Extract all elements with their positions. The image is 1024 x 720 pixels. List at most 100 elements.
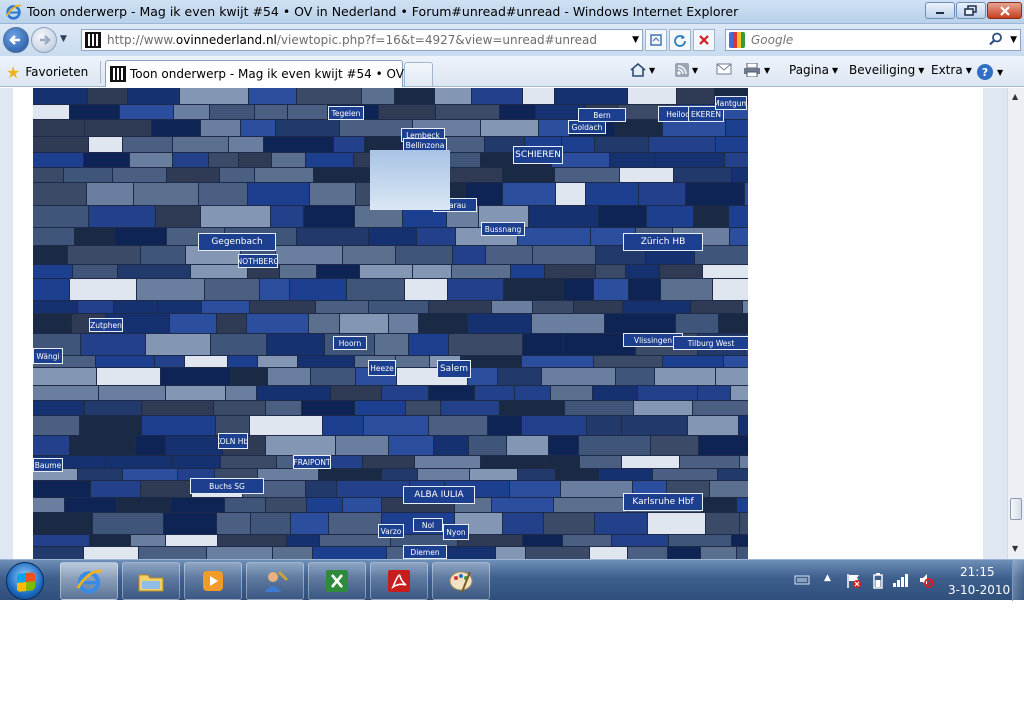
taskbar-acrobat-reader[interactable] <box>370 562 428 600</box>
mosaic-tile <box>396 246 452 264</box>
taskbar-user-app[interactable] <box>246 562 304 600</box>
read-mail-button[interactable] <box>716 63 732 75</box>
station-sign: Hoorn <box>333 336 367 350</box>
mosaic-tile <box>429 416 487 435</box>
mosaic-tile <box>272 153 305 167</box>
station-sign: Karlsruhe Hbf <box>623 493 703 511</box>
station-sign: Zutphen <box>89 318 123 332</box>
mosaic-tile <box>564 279 593 300</box>
internet-explorer-icon <box>5 4 22 20</box>
mosaic-tile <box>628 547 667 559</box>
recent-pages-dropdown[interactable]: ▼ <box>60 34 67 44</box>
mosaic-tile <box>80 416 141 435</box>
mosaic-tile <box>498 368 541 385</box>
show-desktop-button[interactable] <box>1012 560 1024 601</box>
mosaic-tile <box>117 498 170 512</box>
mosaic-tile <box>526 547 589 559</box>
mosaic-tile <box>669 535 731 546</box>
security-menu[interactable]: Beveiliging ▼ <box>849 63 924 77</box>
help-dropdown-icon: ▼ <box>997 67 1004 77</box>
search-input[interactable] <box>751 33 981 47</box>
mosaic-tile <box>201 120 240 136</box>
station-sign: Tegelen <box>328 106 364 120</box>
restore-button[interactable] <box>956 2 986 19</box>
favorites-button[interactable]: ★ Favorieten <box>6 62 88 82</box>
refresh-button[interactable] <box>669 29 691 51</box>
taskbar-media-player[interactable] <box>184 562 242 600</box>
taskbar-windows-explorer[interactable] <box>122 562 180 600</box>
mosaic-tile <box>280 265 316 278</box>
search-provider-dropdown[interactable]: ▼ <box>1010 35 1017 45</box>
new-tab-button[interactable] <box>404 62 433 86</box>
mosaic-tile <box>732 168 748 182</box>
mosaic-tile <box>158 301 201 313</box>
scrollbar-thumb[interactable] <box>1010 498 1022 520</box>
action-center-flag-icon[interactable] <box>845 572 863 590</box>
start-button[interactable] <box>6 562 44 600</box>
page-menu[interactable]: Pagina ▼ <box>789 63 838 77</box>
search-icon[interactable] <box>989 32 1003 46</box>
mosaic-tile <box>166 386 225 400</box>
address-dropdown[interactable]: ▼ <box>632 35 639 45</box>
mosaic-tile <box>663 120 725 136</box>
mosaic-tile <box>605 314 675 333</box>
minimize-button[interactable] <box>925 2 955 19</box>
tab-active[interactable]: Toon onderwerp - Mag ik even kwijt #54 •… <box>105 60 434 87</box>
close-button[interactable] <box>987 2 1022 19</box>
stop-button[interactable] <box>693 29 715 51</box>
mosaic-tile <box>33 386 98 400</box>
clock-time[interactable]: 21:15 <box>960 565 995 579</box>
clock-date[interactable]: 3-10-2010 <box>948 583 1010 597</box>
back-button[interactable] <box>3 27 29 53</box>
mosaic-tile <box>551 386 592 400</box>
vertical-scrollbar[interactable]: ▲ ▼ <box>1007 88 1024 559</box>
mosaic-tile <box>710 481 748 497</box>
address-field[interactable]: http://www.ovinnederland.nl/viewtopic.ph… <box>81 29 643 51</box>
keyboard-icon[interactable] <box>794 574 810 586</box>
taskbar-paint[interactable] <box>432 562 490 600</box>
minimize-icon <box>936 11 944 14</box>
mosaic-tile <box>114 301 157 313</box>
home-button[interactable]: ▼ <box>630 63 655 77</box>
wireless-signal-icon[interactable] <box>892 573 910 587</box>
mosaic-tile <box>319 469 381 480</box>
battery-icon[interactable] <box>872 572 884 590</box>
mosaic-tile <box>241 120 275 136</box>
mosaic-tile <box>507 436 548 455</box>
compatibility-view-button[interactable] <box>645 29 667 51</box>
mosaic-tile <box>218 535 286 546</box>
mosaic-tile <box>647 206 693 227</box>
scroll-down-icon[interactable]: ▼ <box>1012 544 1018 553</box>
print-button[interactable]: ▼ <box>743 63 770 77</box>
mosaic-tile <box>701 547 736 559</box>
taskbar-internet-explorer[interactable] <box>60 562 118 600</box>
mosaic-tile <box>202 301 249 313</box>
mosaic-tile <box>725 153 748 167</box>
content-area: Gegenbach Zürich HB ALBA IULIA Buchs SG KOLN… <box>0 88 1024 559</box>
mosaic-tile <box>500 105 535 119</box>
feeds-button[interactable]: ▼ <box>675 63 698 77</box>
mosaic-tile <box>518 228 590 245</box>
mosaic-tile <box>271 206 303 227</box>
search-box[interactable]: ▼ <box>725 29 1021 51</box>
mosaic-tile <box>500 401 564 415</box>
mosaic-tile <box>556 183 585 205</box>
show-hidden-icons-icon[interactable]: ▲ <box>824 573 831 583</box>
mosaic-tile <box>123 469 177 480</box>
taskbar-excel[interactable] <box>308 562 366 600</box>
volume-muted-icon[interactable] <box>918 572 934 588</box>
mosaic-tile <box>729 206 748 227</box>
mosaic-tile <box>523 535 562 546</box>
media-player-icon <box>203 571 223 591</box>
mosaic-tile <box>469 436 506 455</box>
scroll-up-icon[interactable]: ▲ <box>1012 92 1018 101</box>
mosaic-tile <box>732 535 748 546</box>
mosaic-tile <box>214 401 265 415</box>
forward-button[interactable] <box>31 27 57 53</box>
tools-menu[interactable]: Extra ▼ <box>931 63 972 77</box>
station-sign: Nyon <box>443 524 469 540</box>
help-button[interactable]: ? ▼ <box>976 63 1003 81</box>
mosaic-tile <box>713 279 748 300</box>
mosaic-tile <box>310 183 355 205</box>
tab-label: Toon onderwerp - Mag ik even kwijt #54 •… <box>130 67 434 81</box>
